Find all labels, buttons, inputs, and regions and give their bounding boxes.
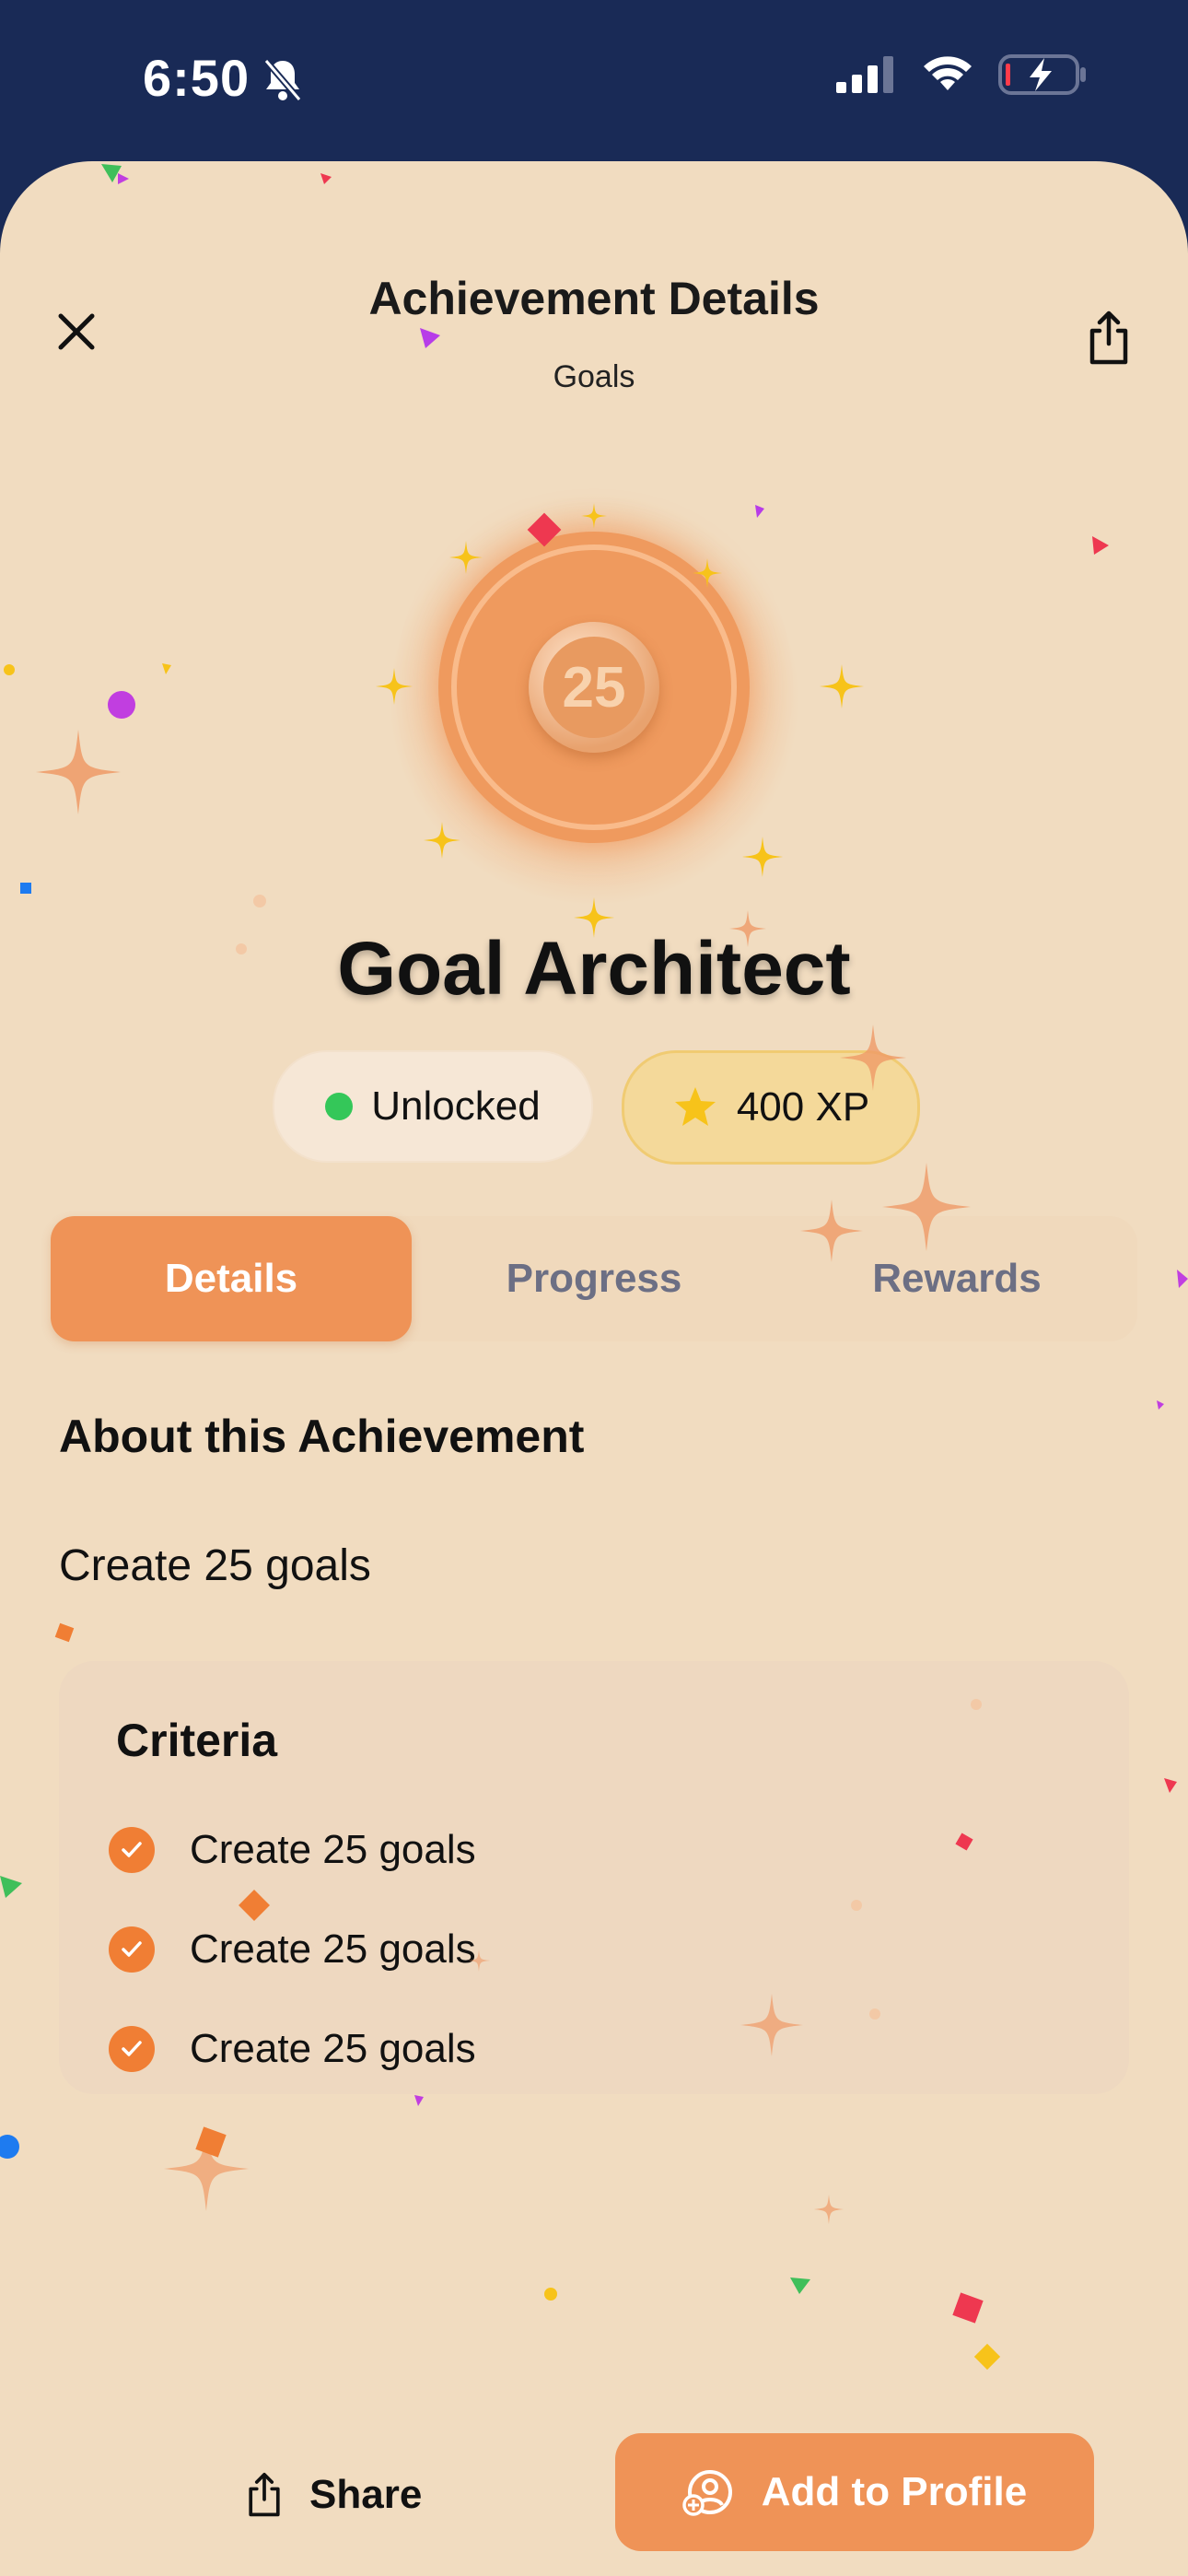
tab-bar: Details Progress Rewards <box>51 1216 1137 1341</box>
add-to-profile-label: Add to Profile <box>761 2469 1028 2514</box>
achievement-sheet: Achievement Details Goals 25 Goal Archit… <box>0 161 1188 2576</box>
status-icons <box>836 53 1087 96</box>
criteria-item: Create 25 goals <box>109 1926 476 1973</box>
xp-label: 400 XP <box>736 1084 870 1130</box>
status-badge: Unlocked <box>273 1050 593 1163</box>
signal-icon <box>836 56 893 93</box>
badge-number: 25 <box>543 637 645 738</box>
star-icon <box>674 1087 716 1126</box>
criteria-item: Create 25 goals <box>109 1827 476 1873</box>
add-to-profile-button[interactable]: Add to Profile <box>615 2433 1094 2551</box>
bell-slash-icon <box>263 58 302 102</box>
tab-progress[interactable]: Progress <box>413 1216 775 1341</box>
about-heading: About this Achievement <box>59 1411 585 1462</box>
tab-rewards[interactable]: Rewards <box>776 1216 1137 1341</box>
criteria-item-label: Create 25 goals <box>190 2026 476 2071</box>
check-circle-icon <box>109 1926 155 1973</box>
criteria-item: Create 25 goals <box>109 2026 476 2072</box>
achievement-badge: 25 <box>438 532 750 843</box>
share-button-label: Share <box>309 2472 423 2517</box>
unlocked-dot-icon <box>325 1093 354 1120</box>
wifi-icon <box>924 56 972 90</box>
criteria-title: Criteria <box>116 1715 278 1766</box>
status-bar: 6:50 <box>0 0 1188 161</box>
page-title: Achievement Details <box>368 273 820 324</box>
criteria-card: Criteria Create 25 goals Create 25 goals… <box>59 1661 1129 2094</box>
check-circle-icon <box>109 1827 155 1873</box>
status-time: 6:50 <box>143 49 250 107</box>
share-icon[interactable] <box>1083 309 1135 368</box>
share-icon <box>249 2472 280 2517</box>
criteria-item-label: Create 25 goals <box>190 1827 476 1872</box>
share-button[interactable]: Share <box>243 2444 422 2546</box>
tab-details[interactable]: Details <box>51 1216 412 1341</box>
page-subtitle: Goals <box>553 359 635 394</box>
battery-charging-icon <box>998 54 1086 95</box>
check-circle-icon <box>109 2026 155 2072</box>
xp-badge: 400 XP <box>622 1050 920 1165</box>
status-label: Unlocked <box>371 1083 541 1129</box>
criteria-item-label: Create 25 goals <box>190 1926 476 1972</box>
about-description: Create 25 goals <box>59 1541 371 1590</box>
badge-coin: 25 <box>529 622 659 753</box>
achievement-name: Goal Architect <box>337 927 851 1011</box>
add-profile-icon <box>682 2470 732 2516</box>
